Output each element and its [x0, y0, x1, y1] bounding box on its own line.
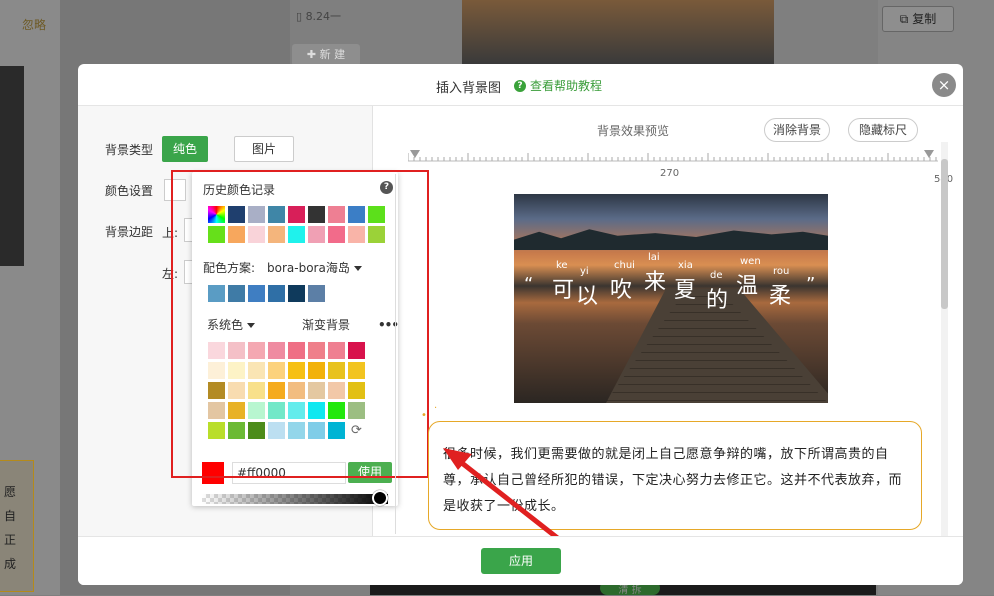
pinyin-label: ke: [556, 260, 568, 271]
solid-color-button[interactable]: 纯色: [162, 136, 208, 162]
pinyin-label: rou: [773, 266, 790, 277]
ignore-link: 忽略: [22, 18, 47, 32]
background-side-card: 愿 自 正 成: [0, 460, 34, 592]
highlight-frame: [171, 170, 429, 478]
ruler-left-marker[interactable]: [410, 150, 420, 158]
card-paragraph: 很多时候，我们更需要做的就是闭上自己愿意争辩的嘴，放下所谓高贵的自尊，承认自己曾…: [443, 447, 903, 514]
background-copy-button: ⧉ 复制: [882, 6, 954, 32]
pinyin-label: chui: [614, 260, 635, 271]
ruler-right-marker[interactable]: [924, 150, 934, 158]
horizontal-ruler[interactable]: [408, 150, 938, 162]
title-character: 夏: [674, 278, 697, 303]
bg-type-label: 背景类型: [105, 143, 154, 157]
background-doc-name: ▯ 8.24一: [296, 10, 342, 23]
photo-treeline: [514, 229, 828, 250]
text-card: 很多时候，我们更需要做的就是闭上自己愿意争辩的嘴，放下所谓高贵的自尊，承认自己曾…: [428, 421, 922, 530]
clear-background-button[interactable]: 消除背景: [764, 118, 830, 142]
close-button[interactable]: ×: [932, 73, 956, 97]
hide-ruler-button[interactable]: 隐藏标尺: [848, 118, 918, 142]
side-card-char: 正: [4, 533, 17, 547]
title-character: 来: [644, 270, 667, 295]
title-character: 可: [552, 278, 575, 303]
color-setting-label: 颜色设置: [105, 184, 154, 198]
preview-scrollbar-thumb[interactable]: [941, 159, 948, 309]
background-new-button: ✚ 新 建: [292, 44, 360, 66]
opacity-slider-track[interactable]: [202, 494, 388, 504]
apply-button[interactable]: 应用: [481, 548, 561, 574]
insert-background-dialog: 插入背景图 ? 查看帮助教程 × 背景类型 纯色 图片 颜色设置 背景边距 上:…: [78, 64, 963, 585]
image-button[interactable]: 图片: [234, 136, 294, 162]
opacity-slider-handle[interactable]: [372, 490, 388, 506]
copy-label: 复制: [912, 12, 937, 26]
photo-title-text: “ ” ke 可 yi 以 chui 吹 lai 来 xia 夏 de 的 wen 温 rou 柔: [514, 252, 828, 314]
pinyin-label: yi: [580, 266, 589, 277]
dialog-header: 插入背景图 ? 查看帮助教程 ×: [78, 64, 963, 106]
ruler-mid-label: 270: [660, 168, 680, 179]
pinyin-label: de: [710, 270, 723, 281]
card-decoration: •: [421, 410, 427, 421]
help-tutorial-link[interactable]: ? 查看帮助教程: [514, 77, 602, 94]
dialog-title: 插入背景图: [436, 81, 502, 96]
title-character: 柔: [769, 284, 792, 309]
background-thumbnail: [0, 66, 24, 266]
doc-name-text: 8.24一: [305, 10, 342, 23]
title-character: 吹: [610, 278, 633, 303]
preview-photo: “ ” ke 可 yi 以 chui 吹 lai 来 xia 夏 de 的 wen 温 rou 柔: [514, 194, 828, 403]
open-quote: “: [524, 274, 534, 295]
background-article-image: [462, 0, 774, 64]
vertical-ruler: [395, 174, 396, 534]
pinyin-label: lai: [648, 252, 660, 263]
question-icon: ?: [514, 79, 526, 92]
background-left-panel: 忽略 愿 自 正 成: [0, 0, 60, 595]
side-card-char: 自: [4, 509, 17, 523]
pinyin-label: wen: [740, 256, 761, 267]
side-card-char: 愿: [4, 485, 17, 499]
side-card-char: 成: [4, 557, 17, 571]
close-quote: ”: [806, 274, 816, 295]
title-character: 温: [736, 274, 759, 299]
help-link-text: 查看帮助教程: [530, 79, 603, 93]
margin-label: 背景边距: [105, 225, 154, 239]
preview-title: 背景效果预览: [597, 124, 670, 138]
title-character: 的: [706, 288, 729, 313]
card-decoration: ·: [434, 403, 438, 414]
pinyin-label: xia: [678, 260, 693, 271]
title-character: 以: [576, 284, 599, 309]
background-bottom-strip: 清 拆: [370, 581, 876, 596]
